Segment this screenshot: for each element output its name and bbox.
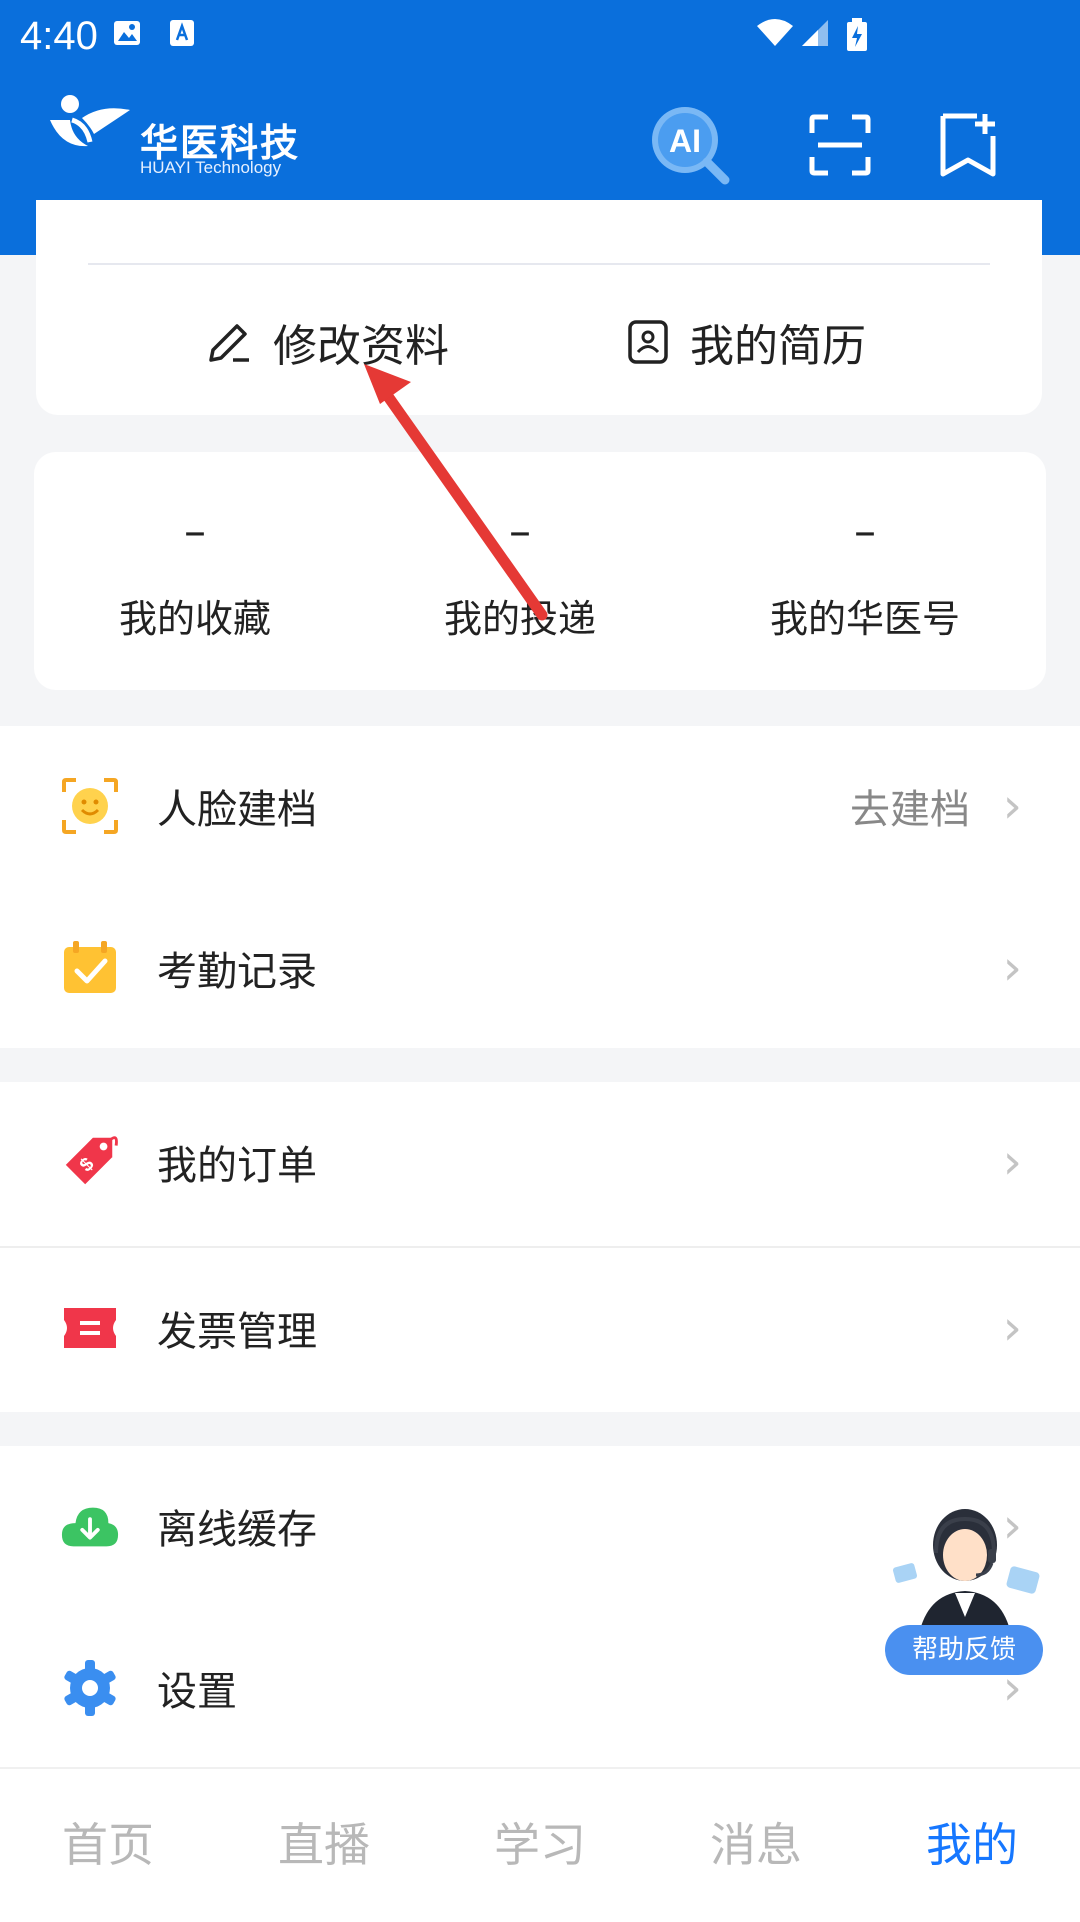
scan-button[interactable] — [795, 100, 885, 190]
stat-favorites-value: – — [184, 506, 206, 557]
signal-icon — [800, 18, 830, 52]
price-tag-icon: $ — [60, 1132, 120, 1192]
gear-icon — [60, 1658, 120, 1718]
resume-icon — [628, 320, 668, 364]
edit-icon — [209, 324, 249, 362]
my-resume-label: 我的简历 — [690, 321, 866, 372]
menu-row-invoice[interactable]: 发票管理 › — [0, 1248, 1080, 1408]
stat-huayi-id[interactable]: – 我的华医号 — [715, 510, 1015, 643]
help-feedback-label: 帮助反馈 — [885, 1625, 1043, 1675]
menu-row-face-profile[interactable]: 人脸建档 去建档 › — [0, 726, 1080, 886]
my-resume-button[interactable]: 我的简历 — [626, 310, 866, 374]
ticket-icon — [60, 1298, 120, 1358]
nav-mine[interactable]: 我的 — [892, 1809, 1052, 1875]
status-time: 4:40 — [20, 14, 98, 58]
bookmark-add-icon — [940, 113, 996, 177]
nav-study[interactable]: 学习 — [460, 1809, 620, 1875]
stat-huayi-id-label: 我的华医号 — [769, 597, 960, 641]
add-bookmark-button[interactable] — [923, 100, 1013, 190]
profile-card — [36, 200, 1042, 415]
chevron-right-icon: › — [1002, 1300, 1022, 1356]
nav-home[interactable]: 首页 — [28, 1809, 188, 1875]
invoice-title: 发票管理 — [157, 1309, 317, 1355]
menu-row-attendance[interactable]: 考勤记录 › — [0, 888, 1080, 1048]
attendance-title: 考勤记录 — [157, 949, 317, 995]
gallery-notification-icon — [112, 18, 142, 52]
menu-section-1: 人脸建档 去建档 › 考勤记录 › — [0, 726, 1080, 1048]
stat-applications-label: 我的投递 — [443, 597, 596, 641]
settings-title: 设置 — [157, 1669, 237, 1715]
chevron-right-icon: › — [1002, 778, 1022, 834]
ai-label: AI — [669, 123, 701, 159]
profile-divider — [88, 263, 990, 265]
battery-icon — [846, 18, 868, 56]
stat-huayi-id-value: – — [854, 506, 876, 557]
calendar-check-icon — [60, 938, 120, 998]
edit-profile-label: 修改资料 — [273, 321, 449, 372]
face-scan-icon — [60, 776, 120, 836]
nav-live[interactable]: 直播 — [244, 1809, 404, 1875]
chevron-right-icon: › — [1002, 940, 1022, 996]
stat-favorites[interactable]: – 我的收藏 — [45, 510, 345, 643]
chevron-right-icon: › — [1002, 1134, 1022, 1190]
face-profile-title: 人脸建档 — [157, 787, 317, 833]
ai-search-icon: AI — [652, 107, 730, 185]
offline-cache-title: 离线缓存 — [157, 1507, 317, 1553]
menu-row-orders[interactable]: $ 我的订单 › — [0, 1082, 1080, 1242]
ai-search-button[interactable]: AI — [645, 100, 735, 190]
stat-favorites-label: 我的收藏 — [118, 597, 271, 641]
menu-section-2: $ 我的订单 › 发票管理 › — [0, 1082, 1080, 1412]
stat-applications[interactable]: – 我的投递 — [370, 510, 670, 643]
logo-text-en: HUAYI Technology — [140, 158, 282, 177]
bottom-nav: 首页 直播 学习 消息 我的 — [0, 1767, 1080, 1922]
wifi-icon — [755, 18, 795, 52]
scan-icon — [809, 114, 871, 176]
cloud-download-icon — [60, 1496, 120, 1556]
nav-messages[interactable]: 消息 — [676, 1809, 836, 1875]
logo-icon — [42, 90, 134, 156]
customer-service-avatar — [892, 1509, 1040, 1630]
app-notification-icon — [168, 18, 196, 52]
help-feedback-button[interactable]: 帮助反馈 — [880, 1505, 1050, 1715]
orders-title: 我的订单 — [157, 1143, 317, 1189]
face-profile-action: 去建档 — [850, 787, 970, 833]
stat-applications-value: – — [509, 506, 531, 557]
edit-profile-button[interactable]: 修改资料 — [205, 310, 449, 374]
